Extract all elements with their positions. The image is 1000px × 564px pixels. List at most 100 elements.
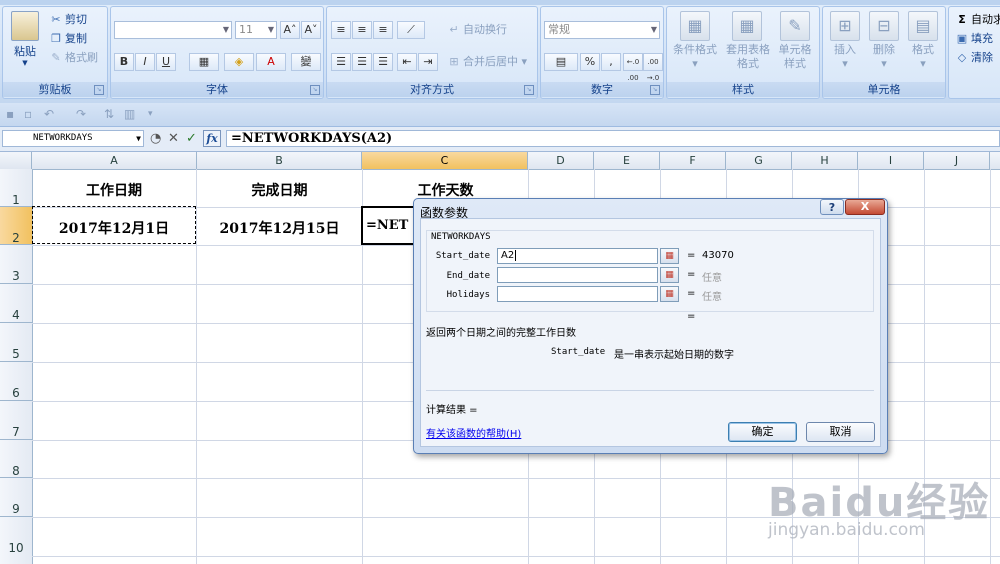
redo-icon[interactable]: ↷ (76, 107, 86, 121)
font-name-combo[interactable]: ▼ (114, 21, 232, 39)
name-box[interactable]: NETWORKDAYS ▼ (2, 130, 144, 147)
row-header[interactable]: 4 (0, 284, 32, 323)
align-left-button[interactable]: ☰ (331, 53, 351, 71)
align-bottom-button[interactable]: ≡ (373, 21, 393, 39)
sort-icon[interactable]: ⇅ (104, 107, 114, 121)
decrease-decimal-button[interactable]: .00 →.0 (643, 53, 663, 82)
accounting-format-button[interactable]: ▤ (544, 53, 578, 71)
new-file-icon[interactable]: ▫ (24, 107, 32, 121)
row-header[interactable]: 3 (0, 245, 32, 284)
shrink-font-button[interactable]: A˅ (301, 21, 321, 39)
format-as-table-button[interactable]: ▦ 套用表格格式 (722, 11, 772, 71)
column-header[interactable]: C (362, 152, 528, 169)
merge-center-button[interactable]: ⊞ 合并后居中 ▾ (447, 53, 527, 71)
clipboard-icon (11, 11, 39, 41)
cell-C2[interactable]: =NET (366, 218, 408, 233)
format-cells-button[interactable]: ▤ 格式 ▾ (904, 11, 942, 71)
column-header[interactable]: G (726, 152, 792, 169)
holidays-input[interactable] (497, 286, 658, 302)
format-painter-button[interactable]: ✎ 格式刷 (49, 49, 98, 67)
check-icon[interactable]: ✓ (186, 131, 197, 146)
cell-C1[interactable]: 工作天数 (363, 180, 528, 200)
bold-button[interactable]: B (114, 53, 134, 71)
collapse-dialog-button[interactable]: ▦ (660, 248, 679, 264)
align-top-button[interactable]: ≡ (331, 21, 351, 39)
collapse-dialog-button[interactable]: ▦ (660, 267, 679, 283)
column-header[interactable]: E (594, 152, 660, 169)
row-header[interactable]: 1 (0, 169, 32, 207)
row-header[interactable]: 6 (0, 362, 32, 401)
chart-icon[interactable]: ▥ (124, 107, 135, 121)
save-icon[interactable]: ▪ (6, 107, 14, 121)
select-all-corner[interactable] (0, 152, 32, 169)
phonetic-button[interactable]: 變 (291, 53, 321, 71)
row-header[interactable]: 5 (0, 323, 32, 362)
end-date-input[interactable] (497, 267, 658, 283)
increase-indent-button[interactable]: ⇥ (418, 53, 438, 71)
autosum-button[interactable]: Σ 自动求 (955, 11, 1000, 29)
dialog-launcher-icon[interactable]: ↘ (524, 85, 534, 95)
number-format-combo[interactable]: 常规 ▼ (544, 21, 660, 39)
underline-button[interactable]: U (156, 53, 176, 71)
row-header[interactable]: 8 (0, 440, 32, 478)
row-header[interactable]: 9 (0, 478, 32, 517)
align-center-button[interactable]: ☰ (352, 53, 372, 71)
fill-color-button[interactable]: ◈ (224, 53, 254, 71)
cut-button[interactable]: ✂ 剪切 (49, 11, 87, 29)
dialog-launcher-icon[interactable]: ↘ (94, 85, 104, 95)
ok-button[interactable]: 确定 (728, 422, 797, 442)
customize-toolbar-icon[interactable]: ▾ (148, 109, 153, 119)
cell-B1[interactable]: 完成日期 (197, 180, 362, 200)
font-color-button[interactable]: A (256, 53, 286, 71)
close-button[interactable]: X (845, 199, 885, 215)
italic-button[interactable]: I (135, 53, 155, 71)
column-header[interactable]: D (528, 152, 594, 169)
align-middle-button[interactable]: ≡ (352, 21, 372, 39)
wrap-text-button[interactable]: ↵ 自动换行 (447, 21, 507, 39)
copy-button[interactable]: ❐ 复制 (49, 30, 87, 48)
help-button[interactable]: ? (820, 199, 844, 215)
cell-A2[interactable]: 2017年12月1日 (32, 218, 196, 238)
start-date-input[interactable]: A2 (497, 248, 658, 264)
column-header[interactable]: B (197, 152, 362, 169)
row-header[interactable]: 7 (0, 401, 32, 440)
borders-button[interactable]: ▦ (189, 53, 219, 71)
insert-cells-button[interactable]: ⊞ 插入 ▾ (826, 11, 864, 71)
align-middle-icon: ≡ (357, 23, 367, 36)
column-header[interactable]: F (660, 152, 726, 169)
cell-styles-button[interactable]: ✎ 单元格样式 (771, 11, 819, 71)
row-header[interactable]: 10 (0, 517, 32, 564)
cancel-button[interactable]: 取消 (806, 422, 875, 442)
orientation-button[interactable]: ⟋ (397, 21, 425, 39)
cancel-icon[interactable]: ✕ (168, 131, 179, 146)
conditional-format-button[interactable]: ▦ 条件格式 ▾ (670, 11, 720, 71)
insert-function-icon[interactable]: fx (203, 130, 221, 147)
grow-font-button[interactable]: A˄ (280, 21, 300, 39)
dialog-launcher-icon[interactable]: ↘ (310, 85, 320, 95)
dialog-launcher-icon[interactable]: ↘ (650, 85, 660, 95)
paste-button[interactable]: 粘贴 ▼ (7, 11, 43, 67)
comma-button[interactable]: , (601, 53, 621, 71)
align-right-button[interactable]: ☰ (373, 53, 393, 71)
font-size-combo[interactable]: 11 ▼ (235, 21, 277, 39)
cell-A1[interactable]: 工作日期 (32, 180, 196, 200)
column-header[interactable]: I (858, 152, 924, 169)
delete-cells-button[interactable]: ⊟ 删除 ▾ (865, 11, 903, 71)
formula-input[interactable]: =NETWORKDAYS(A2) (226, 130, 1000, 147)
increase-decimal-button[interactable]: ←.0 .00 (623, 53, 643, 82)
collapse-dialog-button[interactable]: ▦ (660, 286, 679, 302)
fill-button[interactable]: ▣ 填充 (955, 30, 993, 48)
expand-icon[interactable]: ◔ (150, 131, 161, 146)
percent-button[interactable]: % (580, 53, 600, 71)
decrease-indent-button[interactable]: ⇤ (397, 53, 417, 71)
undo-icon[interactable]: ↶ (44, 107, 54, 121)
column-header[interactable]: J (924, 152, 990, 169)
cells-group: ⊞ 插入 ▾ ⊟ 删除 ▾ ▤ 格式 ▾ 单元格 (822, 6, 946, 99)
function-help-link[interactable]: 有关该函数的帮助(H) (426, 425, 521, 440)
cell-B2[interactable]: 2017年12月15日 (197, 218, 362, 238)
outdent-icon: ⇤ (402, 55, 412, 68)
column-header[interactable]: A (32, 152, 197, 169)
column-header[interactable]: H (792, 152, 858, 169)
clear-button[interactable]: ◇ 清除 (955, 49, 993, 67)
row-header[interactable]: 2 (0, 207, 32, 245)
